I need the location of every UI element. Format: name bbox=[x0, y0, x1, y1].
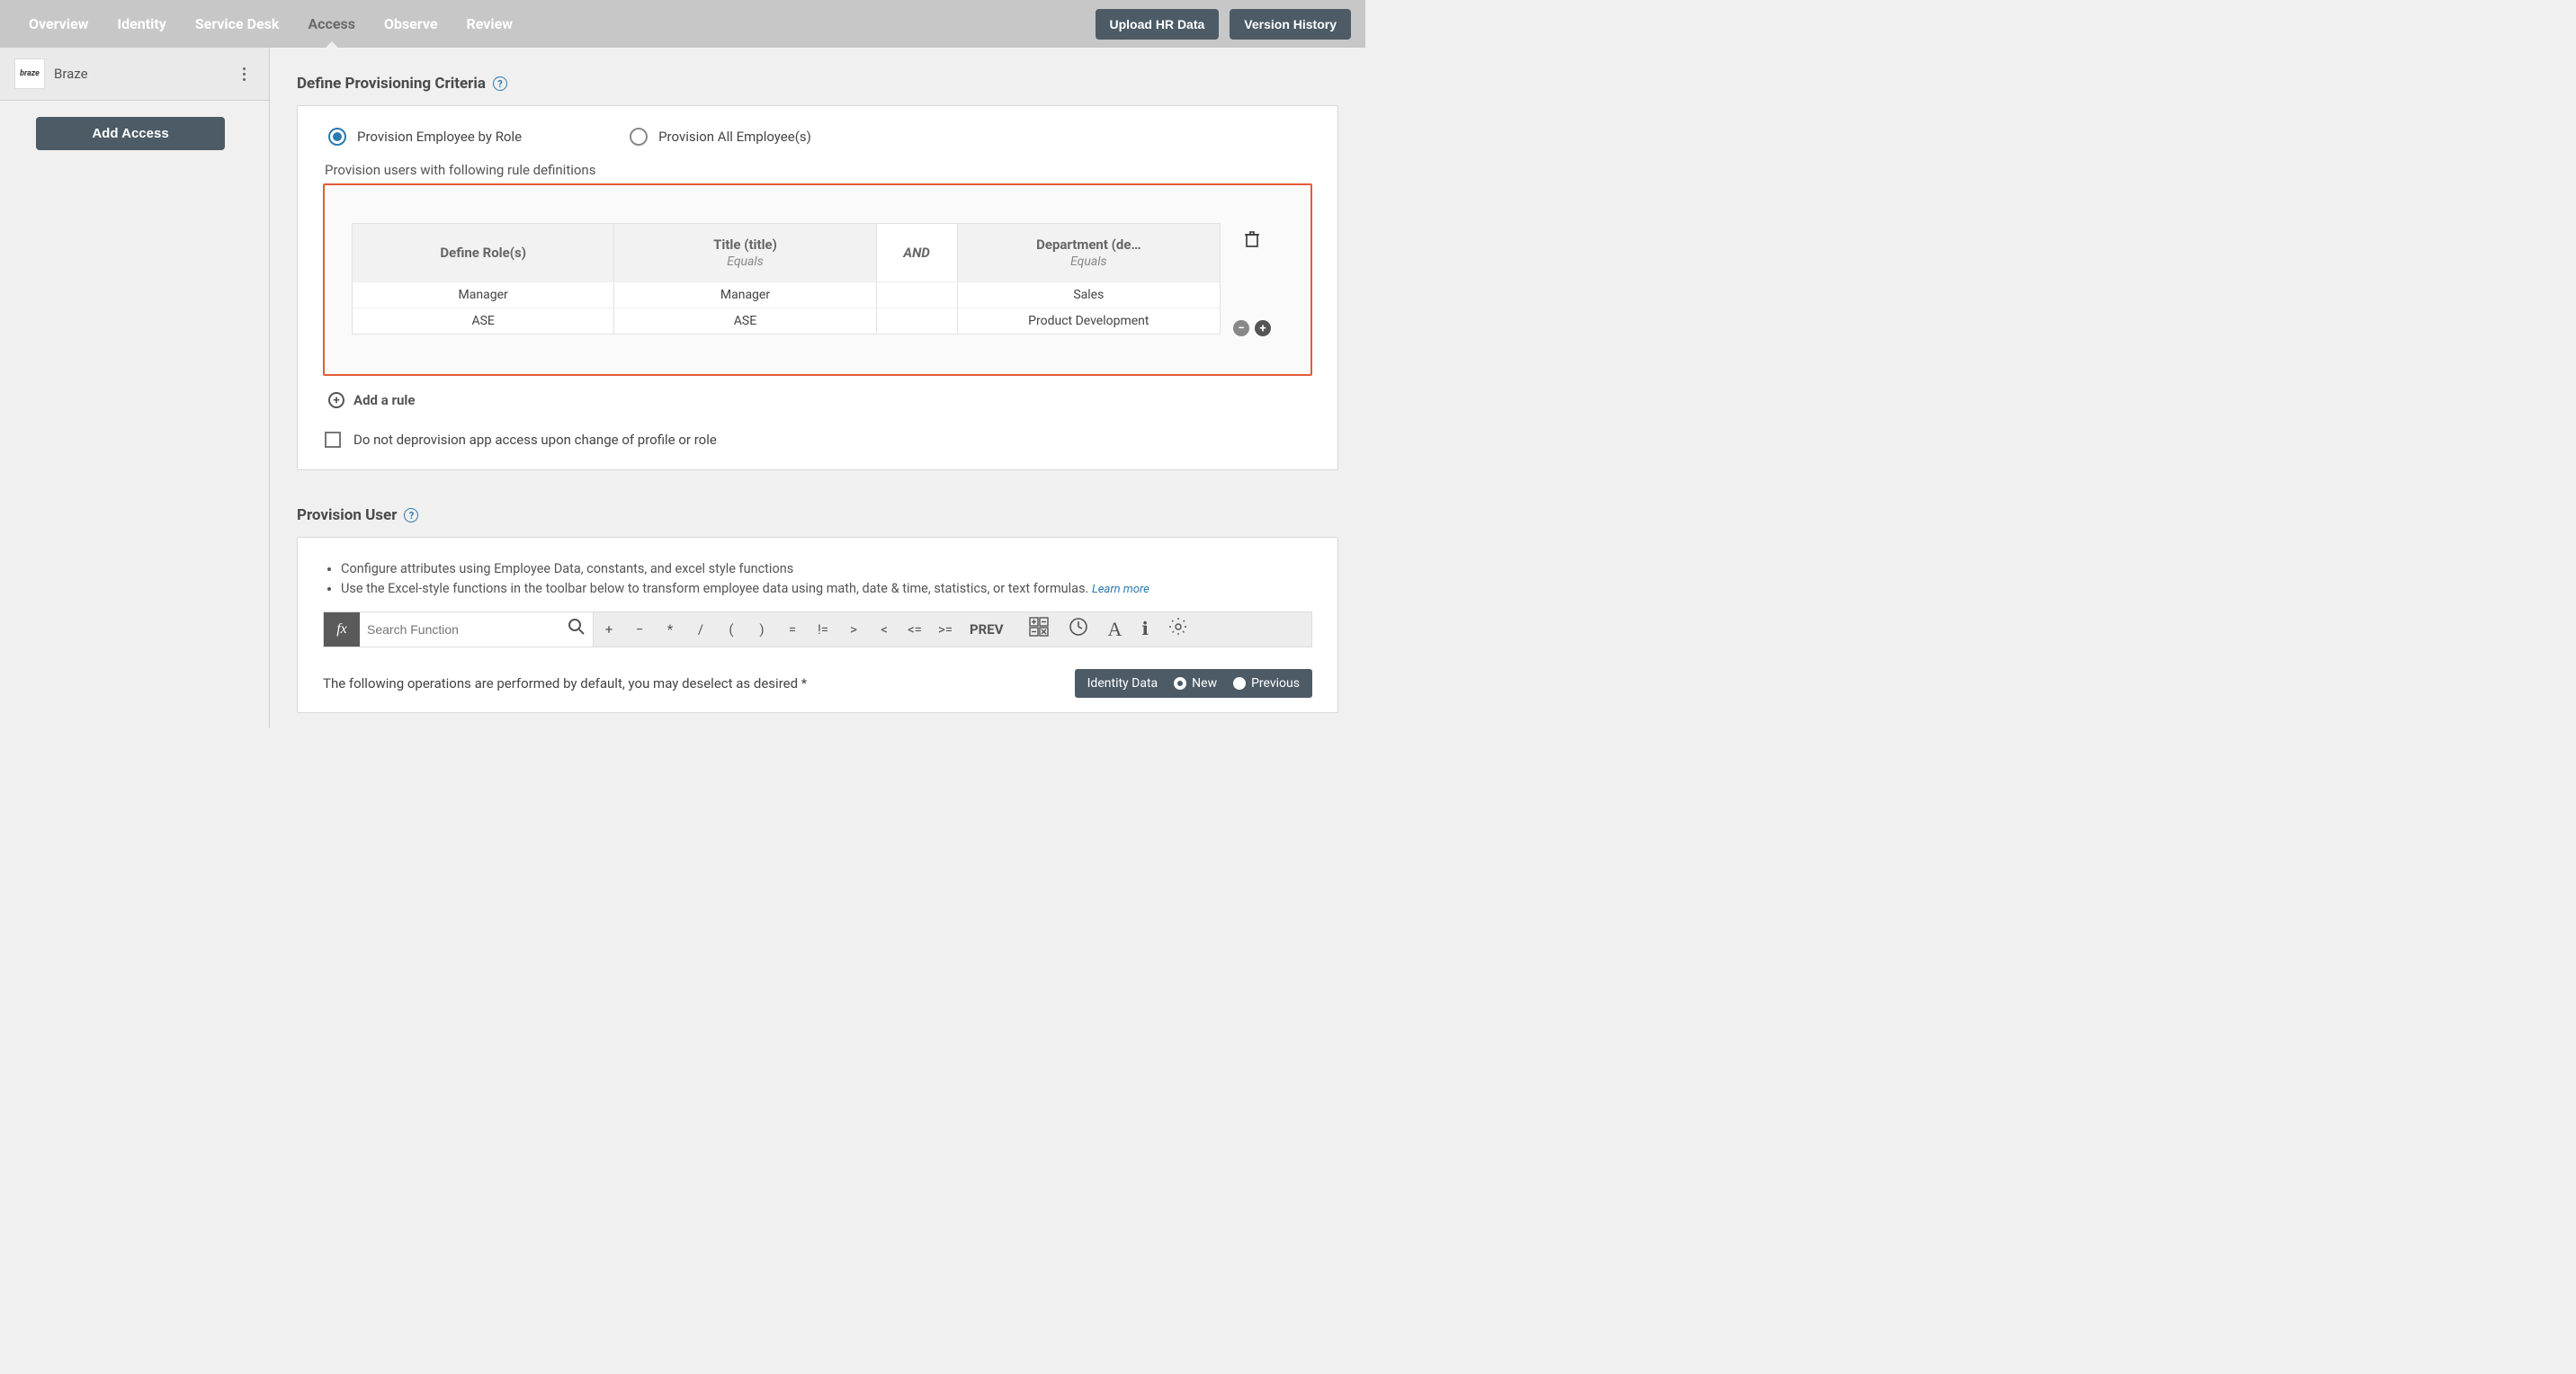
fx-icon[interactable]: fx bbox=[324, 612, 360, 647]
op-lte[interactable]: <= bbox=[899, 621, 930, 638]
provision-section-title: Provision User ? bbox=[297, 506, 1338, 524]
function-search-input[interactable] bbox=[367, 622, 586, 637]
bullet-item: Use the Excel-style functions in the too… bbox=[341, 579, 1312, 599]
rules-subhead: Provision users with following rule defi… bbox=[325, 162, 1312, 178]
clock-icon[interactable] bbox=[1069, 617, 1088, 641]
radio-provision-all[interactable]: Provision All Employee(s) bbox=[630, 128, 811, 146]
gear-icon[interactable] bbox=[1168, 617, 1188, 641]
text-icon[interactable]: A bbox=[1108, 618, 1123, 641]
add-rule-button[interactable]: + Add a rule bbox=[328, 392, 1312, 408]
sidebar-app-row[interactable]: braze Braze bbox=[0, 48, 269, 101]
identity-previous-radio[interactable]: Previous bbox=[1233, 676, 1300, 691]
op-gte[interactable]: >= bbox=[930, 621, 961, 638]
identity-data-toggle: Identity Data New Previous bbox=[1075, 669, 1312, 698]
help-icon[interactable]: ? bbox=[493, 76, 507, 91]
cell-and bbox=[877, 308, 958, 334]
op-rparen[interactable]: ) bbox=[747, 621, 777, 638]
app-logo: braze bbox=[14, 58, 45, 89]
op-div[interactable]: / bbox=[685, 621, 716, 638]
col-header-title[interactable]: Title (title) Equals bbox=[614, 224, 876, 281]
cell-dept[interactable]: Sales bbox=[958, 281, 1220, 308]
provision-panel: Configure attributes using Employee Data… bbox=[297, 537, 1338, 713]
col-header-dept-sub: Equals bbox=[1070, 254, 1107, 269]
add-rule-label: Add a rule bbox=[353, 392, 415, 408]
add-row-icon[interactable]: + bbox=[1255, 320, 1271, 336]
tab-review[interactable]: Review bbox=[452, 1, 527, 47]
op-prev[interactable]: PREV bbox=[961, 621, 1013, 638]
bullet-text: Use the Excel-style functions in the too… bbox=[341, 581, 1088, 596]
sidebar: braze Braze Add Access bbox=[0, 48, 270, 728]
search-icon[interactable] bbox=[568, 618, 586, 640]
rules-highlight-box: Define Role(s) Title (title) Equals AND … bbox=[323, 183, 1312, 376]
cell-title[interactable]: ASE bbox=[614, 308, 876, 334]
col-header-role-text: Define Role(s) bbox=[440, 245, 526, 261]
deprovision-checkbox-label: Do not deprovision app access upon chang… bbox=[353, 432, 717, 448]
cell-and bbox=[877, 281, 958, 308]
cell-title[interactable]: Manager bbox=[614, 281, 876, 308]
cell-role[interactable]: ASE bbox=[353, 308, 614, 334]
identity-data-label: Identity Data bbox=[1087, 676, 1158, 691]
provision-bullets: Configure attributes using Employee Data… bbox=[323, 559, 1312, 599]
radio-icon bbox=[328, 128, 346, 146]
op-neq[interactable]: != bbox=[808, 621, 838, 638]
function-operators: + − * / ( ) = != > < <= >= PREV bbox=[594, 612, 1311, 647]
radio-provision-by-role[interactable]: Provision Employee by Role bbox=[328, 128, 522, 146]
identity-new-radio[interactable]: New bbox=[1174, 676, 1217, 691]
upload-hr-data-button[interactable]: Upload HR Data bbox=[1096, 9, 1220, 40]
plus-circle-icon: + bbox=[328, 392, 344, 408]
app-menu-kebab-icon[interactable] bbox=[233, 63, 255, 85]
top-nav-actions: Upload HR Data Version History bbox=[1096, 9, 1352, 40]
version-history-button[interactable]: Version History bbox=[1230, 9, 1351, 40]
col-header-title-text: Title (title) bbox=[713, 236, 777, 253]
radio-by-role-label: Provision Employee by Role bbox=[357, 129, 522, 145]
col-header-role: Define Role(s) bbox=[353, 224, 614, 281]
op-gt[interactable]: > bbox=[838, 621, 869, 638]
checkbox-icon bbox=[325, 432, 341, 448]
deprovision-checkbox[interactable]: Do not deprovision app access upon chang… bbox=[325, 432, 1312, 448]
remove-row-icon[interactable]: − bbox=[1233, 320, 1249, 336]
op-minus[interactable]: − bbox=[624, 621, 655, 638]
tab-access[interactable]: Access bbox=[293, 1, 370, 47]
function-search[interactable] bbox=[360, 612, 594, 647]
top-nav-tabs: Overview Identity Service Desk Access Ob… bbox=[14, 1, 527, 47]
criteria-panel: Provision Employee by Role Provision All… bbox=[297, 105, 1338, 470]
cell-role[interactable]: Manager bbox=[353, 281, 614, 308]
main-content: Define Provisioning Criteria ? Provision… bbox=[270, 48, 1365, 728]
cell-dept[interactable]: Product Development bbox=[958, 308, 1220, 334]
math-icon[interactable] bbox=[1029, 617, 1049, 641]
tab-overview[interactable]: Overview bbox=[14, 1, 103, 47]
col-header-dept-text: Department (de… bbox=[1036, 236, 1140, 253]
col-header-title-sub: Equals bbox=[727, 254, 764, 269]
bullet-item: Configure attributes using Employee Data… bbox=[341, 559, 1312, 579]
tab-service-desk[interactable]: Service Desk bbox=[181, 1, 294, 47]
add-access-button[interactable]: Add Access bbox=[36, 117, 225, 150]
top-nav: Overview Identity Service Desk Access Ob… bbox=[0, 0, 1365, 48]
radio-all-label: Provision All Employee(s) bbox=[658, 129, 811, 145]
op-plus[interactable]: + bbox=[594, 621, 624, 638]
radio-icon bbox=[630, 128, 648, 146]
tab-identity[interactable]: Identity bbox=[103, 1, 180, 47]
function-toolbar: fx + − * / ( ) = != > < bbox=[323, 611, 1312, 647]
delete-rule-icon[interactable] bbox=[1244, 230, 1260, 253]
rules-table: Define Role(s) Title (title) Equals AND … bbox=[352, 223, 1284, 335]
learn-more-link[interactable]: Learn more bbox=[1092, 583, 1149, 596]
tab-observe[interactable]: Observe bbox=[370, 1, 452, 47]
radio-icon bbox=[1174, 677, 1186, 690]
provision-title-text: Provision User bbox=[297, 506, 397, 524]
identity-previous-label: Previous bbox=[1251, 676, 1300, 691]
op-mult[interactable]: * bbox=[655, 621, 685, 638]
identity-new-label: New bbox=[1192, 676, 1217, 691]
col-and: AND bbox=[877, 224, 958, 281]
info-icon[interactable]: ℹ bbox=[1141, 618, 1149, 640]
col-header-dept[interactable]: Department (de… Equals bbox=[958, 224, 1220, 281]
op-lt[interactable]: < bbox=[869, 621, 899, 638]
op-lparen[interactable]: ( bbox=[716, 621, 747, 638]
help-icon[interactable]: ? bbox=[404, 508, 418, 522]
default-ops-note: The following operations are performed b… bbox=[323, 675, 807, 691]
criteria-title-text: Define Provisioning Criteria bbox=[297, 75, 486, 93]
criteria-section-title: Define Provisioning Criteria ? bbox=[297, 75, 1338, 93]
app-name: Braze bbox=[54, 66, 88, 82]
radio-icon bbox=[1233, 677, 1246, 690]
op-eq[interactable]: = bbox=[777, 621, 808, 638]
